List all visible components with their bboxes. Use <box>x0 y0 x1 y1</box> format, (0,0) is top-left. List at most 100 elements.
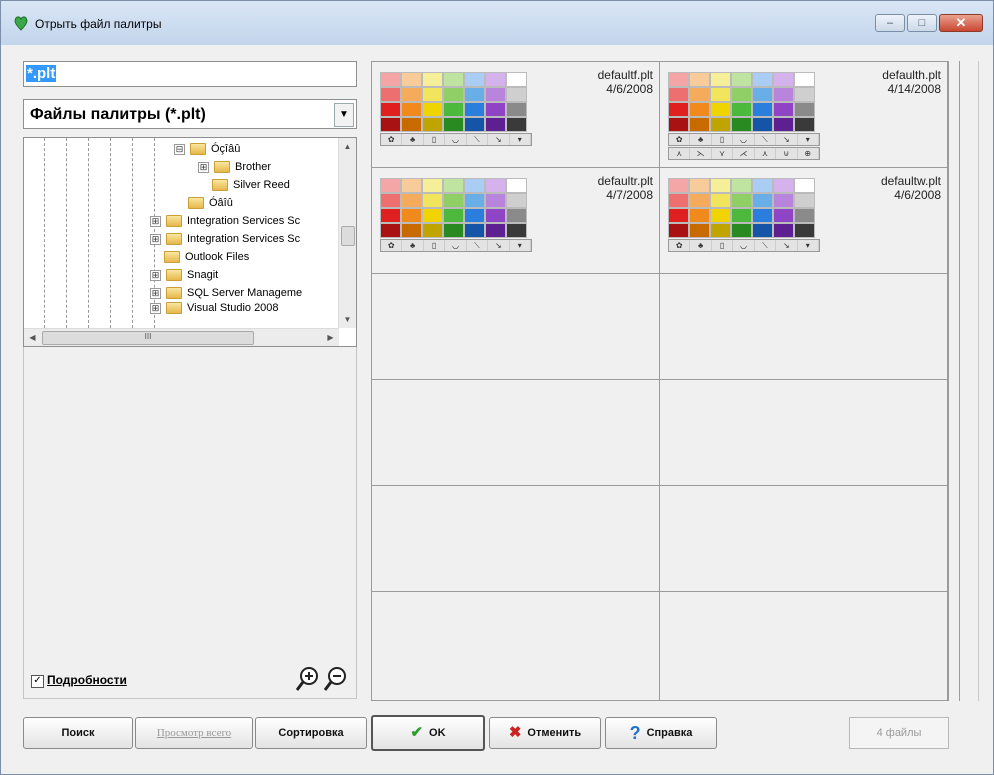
palette-swatch-row <box>668 117 820 132</box>
collapse-icon[interactable]: ⊟ <box>174 143 185 155</box>
empty-cell <box>660 380 948 486</box>
palette-swatch-row <box>380 193 532 208</box>
palette-tool-icon: ⋏ <box>755 148 777 159</box>
palette-file-name: defaultw.plt <box>880 174 941 188</box>
tree-item-label: Brother <box>235 161 272 173</box>
palette-tool-row: ✿ ♣ ▯ ◡ ⟍ ↘ ▾ <box>668 239 820 252</box>
palette-tool-icon: ◡ <box>445 240 467 251</box>
expand-icon[interactable]: ⊞ <box>198 161 209 173</box>
folder-icon <box>166 287 182 300</box>
color-swatch <box>710 102 731 117</box>
zoom-out-icon[interactable] <box>323 665 347 693</box>
color-swatch <box>731 117 752 132</box>
color-swatch <box>773 193 794 208</box>
palette-tool-icon: ⋎ <box>712 148 734 159</box>
maximize-button[interactable]: □ <box>907 14 937 32</box>
color-swatch <box>422 72 443 87</box>
open-palette-dialog: Отрыть файл палитры – □ ✕ *.plt Файлы па… <box>0 0 994 775</box>
color-swatch <box>752 208 773 223</box>
palette-swatch-row <box>668 87 820 102</box>
tree-item[interactable]: ⊟ Óçîâû <box>174 140 240 158</box>
tree-item[interactable]: ⊞ Integration Services Sc <box>150 212 300 230</box>
palette-tool-icon: ⟍ <box>755 134 777 145</box>
color-swatch <box>689 117 710 132</box>
expand-icon[interactable]: ⊞ <box>150 302 161 314</box>
tree-item[interactable]: Outlook Files <box>164 248 249 266</box>
palette-tool-row: ✿ ♣ ▯ ◡ ⟍ ↘ ▾ <box>668 133 820 146</box>
color-swatch <box>731 72 752 87</box>
expand-icon[interactable]: ⊞ <box>150 287 161 299</box>
close-button[interactable]: ✕ <box>939 14 983 32</box>
palette-swatch-row <box>668 72 820 87</box>
filename-input[interactable]: *.plt <box>23 61 357 87</box>
sort-button[interactable]: Сортировка <box>255 717 367 749</box>
tree-item[interactable]: ⊞ SQL Server Manageme <box>150 284 302 302</box>
tree-item[interactable]: ⊞ Visual Studio 2008 <box>150 302 279 314</box>
ok-button[interactable]: ✔ OK <box>371 715 485 751</box>
palette-file-name: defaultr.plt <box>597 174 653 188</box>
palette-tool-icon: ⟍ <box>467 134 489 145</box>
scroll-down-icon[interactable]: ▼ <box>339 311 356 328</box>
color-swatch <box>464 102 485 117</box>
tree-item-label: Integration Services Sc <box>187 215 301 227</box>
title-bar[interactable]: Отрыть файл палитры – □ ✕ <box>1 1 993 45</box>
scroll-thumb[interactable] <box>341 226 355 246</box>
expand-icon[interactable]: ⊞ <box>150 215 161 227</box>
color-swatch <box>689 208 710 223</box>
palette-cell[interactable]: ✿ ♣ ▯ ◡ ⟍ ↘ ▾ ⋏ ⋋ ⋎ ⋌ ⋏ ⊍ ⊕ defaulth.plt 4/14/2008 <box>660 62 948 168</box>
palette-cell[interactable]: ✿ ♣ ▯ ◡ ⟍ ↘ ▾ defaultw.plt 4/6/2008 <box>660 168 948 274</box>
details-label[interactable]: Подробности <box>47 673 127 687</box>
search-button[interactable]: Поиск <box>23 717 133 749</box>
folder-tree[interactable]: ⊟ Óçîâû ⊞ Brother Silver Reed Óâîû ⊞ Integr… <box>23 137 357 347</box>
tree-item[interactable]: Óâîû <box>188 194 233 212</box>
tree-vertical-scrollbar[interactable]: ▲ ▼ <box>338 138 356 328</box>
palette-tool-row: ✿ ♣ ▯ ◡ ⟍ ↘ ▾ <box>380 239 532 252</box>
zoom-in-icon[interactable] <box>295 665 319 693</box>
tree-item-label: Óçîâû <box>211 143 241 155</box>
palette-cell[interactable]: ✿ ♣ ▯ ◡ ⟍ ↘ ▾ defaultr.plt 4/7/2008 <box>372 168 660 274</box>
palette-cell[interactable]: ✿ ♣ ▯ ◡ ⟍ ↘ ▾ defaultf.plt 4/6/2008 <box>372 62 660 168</box>
color-swatch <box>668 178 689 193</box>
grid-vertical-scrollbar[interactable] <box>959 61 979 701</box>
palette-tool-icon: ⟍ <box>755 240 777 251</box>
cancel-button[interactable]: ✖ Отменить <box>489 717 601 749</box>
palette-preview: ✿ ♣ ▯ ◡ ⟍ ↘ ▾ <box>380 178 532 252</box>
palette-swatch-row <box>380 117 532 132</box>
color-swatch <box>422 117 443 132</box>
color-swatch <box>464 223 485 238</box>
scroll-up-icon[interactable]: ▲ <box>339 138 356 155</box>
expand-icon[interactable]: ⊞ <box>150 269 161 281</box>
color-swatch <box>485 178 506 193</box>
color-swatch <box>464 87 485 102</box>
details-checkbox[interactable]: ✓ <box>31 675 44 688</box>
palette-swatch-row <box>380 223 532 238</box>
color-swatch <box>464 208 485 223</box>
color-swatch <box>689 72 710 87</box>
palette-preview-grid[interactable]: ✿ ♣ ▯ ◡ ⟍ ↘ ▾ defaultf.plt 4/6/2008 ✿ ♣ ▯ ◡ ⟍ ↘ ▾ ⋏ ⋋ ⋎… <box>371 61 949 701</box>
view-all-button[interactable]: Просмотр всего <box>135 717 253 749</box>
scroll-left-icon[interactable]: ◀ <box>24 329 41 346</box>
scroll-right-icon[interactable]: ▶ <box>322 329 339 346</box>
color-swatch <box>401 87 422 102</box>
expand-icon[interactable]: ⊞ <box>150 233 161 245</box>
filetype-select[interactable]: Файлы палитры (*.plt) ▼ <box>23 99 357 129</box>
palette-tool-icon: ✿ <box>381 134 403 145</box>
palette-tool-icon: ♣ <box>690 240 712 251</box>
scroll-thumb[interactable]: III <box>42 331 254 345</box>
color-swatch <box>710 87 731 102</box>
palette-tool-icon: ▯ <box>424 240 446 251</box>
folder-icon <box>164 251 180 264</box>
help-button[interactable]: ? Справка <box>605 717 717 749</box>
tree-item[interactable]: ⊞ Snagit <box>150 266 218 284</box>
color-swatch <box>485 102 506 117</box>
minimize-button[interactable]: – <box>875 14 905 32</box>
minimize-icon: – <box>886 17 894 29</box>
chevron-down-icon[interactable]: ▼ <box>334 103 354 127</box>
tree-item[interactable]: ⊞ Integration Services Sc <box>150 230 300 248</box>
filename-selected-text: *.plt <box>26 65 57 82</box>
palette-tool-icon: ♣ <box>690 134 712 145</box>
tree-horizontal-scrollbar[interactable]: ◀ III ▶ <box>24 328 339 346</box>
color-swatch <box>668 72 689 87</box>
tree-item[interactable]: Silver Reed <box>212 176 290 194</box>
tree-item[interactable]: ⊞ Brother <box>198 158 271 176</box>
